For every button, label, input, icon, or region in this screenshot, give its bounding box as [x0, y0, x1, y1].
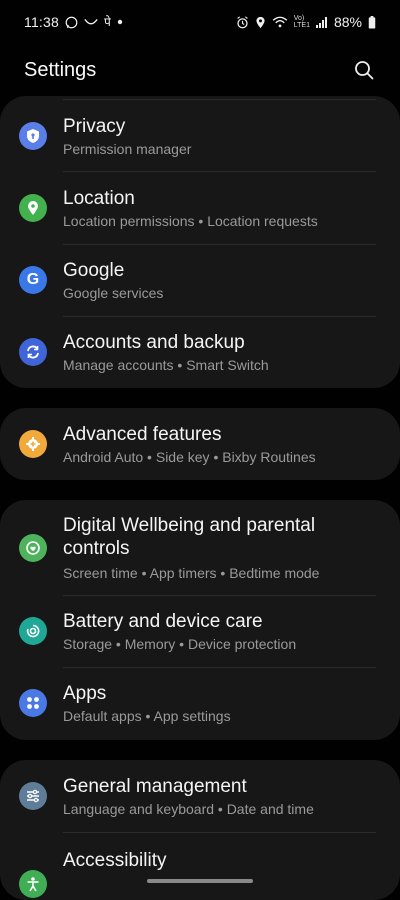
settings-item-google[interactable]: G Google Google services — [0, 244, 400, 316]
privacy-shield-icon — [19, 122, 47, 150]
settings-item-title: Location — [63, 187, 135, 209]
settings-item-subtitle: Location permissions • Location requests — [63, 212, 318, 229]
settings-item-advanced-features[interactable]: Advanced features Android Auto • Side ke… — [0, 408, 400, 480]
status-bar: 11:38 पे Vo) LTE1 88% — [0, 0, 400, 44]
settings-item-subtitle: Google services — [63, 284, 164, 301]
google-icon: G — [19, 266, 47, 294]
settings-item-battery-device-care[interactable]: Battery and device care Storage • Memory… — [0, 595, 400, 667]
settings-card-privacy-accounts: Privacy Permission manager Location Loca… — [0, 96, 400, 388]
settings-item-title: Digital Wellbeing and parental controls — [63, 515, 316, 559]
settings-item-accounts-backup[interactable]: Accounts and backup Manage accounts • Sm… — [0, 316, 400, 388]
settings-item-subtitle: Storage • Memory • Device protection — [63, 635, 297, 652]
settings-item-title: Battery and device care — [63, 610, 263, 632]
page-title: Settings — [24, 58, 97, 81]
battery-icon — [368, 15, 376, 29]
settings-item-subtitle: Default apps • App settings — [63, 707, 231, 724]
device-care-icon — [19, 617, 47, 645]
notification-dot-icon — [117, 19, 123, 25]
settings-item-title: Google — [63, 259, 125, 281]
sync-icon — [19, 338, 47, 366]
settings-item-subtitle: Manage accounts • Smart Switch — [63, 356, 269, 373]
settings-item-subtitle: Language and keyboard • Date and time — [63, 800, 314, 817]
settings-item-accessibility[interactable]: Accessibility — [0, 822, 400, 898]
wifi-icon — [272, 16, 288, 28]
location-pin-icon — [19, 194, 47, 222]
sliders-icon — [19, 782, 47, 810]
app-header: Settings — [0, 44, 400, 96]
settings-item-title: Advanced features — [63, 423, 222, 445]
network-type: Vo) LTE1 — [294, 15, 310, 29]
apps-grid-icon — [19, 689, 47, 717]
gear-plus-icon — [19, 430, 47, 458]
accessibility-icon — [19, 870, 47, 898]
settings-item-title: General management — [63, 775, 247, 797]
volte-label: Vo) — [293, 15, 305, 22]
status-left: 11:38 पे — [24, 14, 123, 30]
location-status-icon — [256, 16, 265, 28]
settings-item-privacy[interactable]: Privacy Permission manager — [0, 100, 400, 172]
battery-percent: 88% — [333, 14, 362, 30]
status-time: 11:38 — [24, 14, 59, 30]
settings-item-title: Accessibility — [63, 850, 167, 871]
settings-item-digital-wellbeing[interactable]: Digital Wellbeing and parental controls … — [0, 508, 400, 588]
settings-item-title: Accounts and backup — [63, 331, 245, 353]
whatsapp-icon — [65, 16, 78, 28]
wellbeing-icon — [19, 534, 47, 562]
search-button[interactable] — [350, 56, 378, 84]
settings-item-subtitle: Android Auto • Side key • Bixby Routines — [63, 448, 316, 465]
settings-card-wellbeing-apps: Digital Wellbeing and parental controls … — [0, 500, 400, 740]
settings-item-location[interactable]: Location Location permissions • Location… — [0, 172, 400, 244]
search-icon — [355, 61, 374, 80]
settings-card-advanced: Advanced features Android Auto • Side ke… — [0, 408, 400, 480]
settings-item-title: Apps — [63, 682, 107, 704]
lte-label: LTE1 — [293, 22, 310, 29]
settings-item-title: Privacy — [63, 115, 126, 137]
settings-item-subtitle: Screen time • App timers • Bedtime mode — [63, 565, 320, 581]
status-right: Vo) LTE1 88% — [236, 14, 376, 30]
settings-item-apps[interactable]: Apps Default apps • App settings — [0, 667, 400, 739]
alarm-icon — [237, 15, 248, 28]
pe-app-icon: पे — [104, 15, 111, 29]
navigation-handle[interactable] — [147, 879, 253, 883]
signal-icon — [315, 16, 327, 28]
settings-item-subtitle: Permission manager — [63, 140, 192, 157]
messaging-icon — [84, 18, 98, 25]
